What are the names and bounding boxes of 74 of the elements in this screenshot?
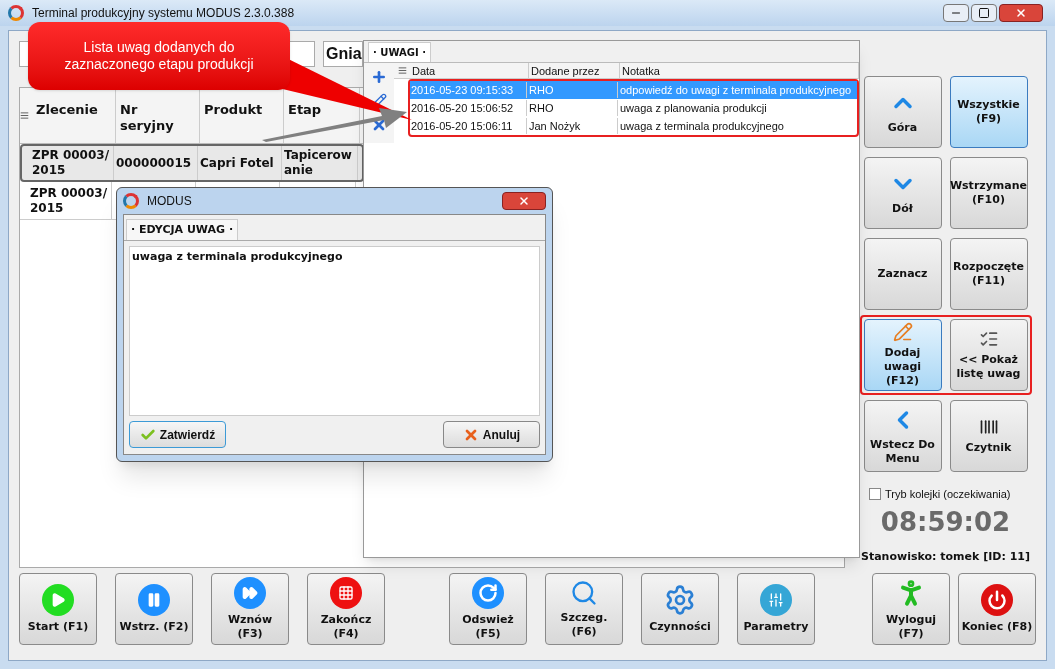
table-cell: 2016-05-20 15:06:11: [410, 117, 527, 135]
table-cell: ZPR 00003/2015: [30, 146, 114, 180]
note-input-field[interactable]: uwaga z terminala produkcyjnego: [129, 246, 540, 416]
close-button[interactable]: [999, 4, 1043, 22]
table-cell: 2016-05-20 15:06:52: [410, 99, 527, 117]
dialog-title: MODUS: [147, 193, 193, 210]
tile-button[interactable]: Góra: [863, 76, 942, 148]
grid-icon: [330, 577, 362, 610]
callout: Lista uwag dodanych do zaznaczonego etapu produkcji: [28, 22, 290, 90]
refresh-icon: [472, 577, 504, 610]
checkbox-label: Tryb kolejki (oczekiwania): [885, 487, 1011, 502]
tile-button[interactable]: Start (F1): [19, 573, 97, 645]
clock-text: 08:59:02: [880, 508, 1011, 535]
app-logo-icon: [8, 5, 24, 21]
table-cell: Jan Nożyk: [527, 117, 618, 135]
dialog-tab[interactable]: · EDYCJA UWAG ·: [126, 218, 239, 240]
pause-icon: [138, 584, 170, 617]
tile-button[interactable]: Odswież (F5): [449, 573, 527, 645]
table-cell: RHO: [527, 81, 618, 99]
power-icon: [981, 584, 1013, 617]
table-cell: 000000015: [114, 146, 198, 180]
column-header[interactable]: Data: [410, 63, 529, 78]
checkbox[interactable]: [869, 488, 881, 501]
window-title: Terminal produkcyjny systemu MODUS 2.3.0.388: [32, 5, 296, 22]
minimize-button[interactable]: [943, 4, 969, 22]
table-cell-text: odpowiedź do uwagi z terminala produkcyjnego: [619, 82, 853, 98]
close-icon: [1015, 7, 1027, 19]
tile-button[interactable]: Wstrz. (F2): [115, 573, 193, 645]
tile-button[interactable]: Zaznacz: [863, 238, 942, 310]
settings-icon: [664, 584, 696, 617]
fast-forward-icon: [234, 577, 266, 610]
tile-button[interactable]: Rozpoczęte (F11): [949, 238, 1028, 310]
notes-row[interactable]: 2016-05-20 15:06:11 Jan Nożyk uwaga z terminala produkcyjnego: [410, 117, 857, 135]
tile-button[interactable]: Czynności: [641, 573, 719, 645]
table-cell: Capri Fotel: [198, 146, 282, 180]
app-logo-icon: [123, 193, 139, 209]
notes-row[interactable]: 2016-05-20 15:06:52 RHO uwaga z planowania produkcji: [410, 99, 857, 117]
maximize-button[interactable]: [971, 4, 997, 22]
column-header[interactable]: Notatka: [620, 63, 859, 78]
cancel-button[interactable]: Anuluj: [443, 421, 540, 448]
pencil-icon: [892, 322, 913, 343]
tile-button[interactable]: Wstecz Do Menu: [863, 400, 942, 472]
column-chooser-icon[interactable]: [397, 66, 407, 75]
tile-button[interactable]: Wstrzymane (F10): [949, 157, 1028, 229]
table-cell: Tapicerowanie: [282, 146, 358, 180]
notes-tab[interactable]: · UWAGI ·: [368, 42, 431, 62]
station-text: Stanowisko: tomek [ID: 11]: [861, 548, 1030, 565]
tile-button[interactable]: Koniec (F8): [958, 573, 1036, 645]
maximize-icon: [978, 7, 990, 19]
tile-button[interactable]: Szczeg. (F6): [545, 573, 623, 645]
column-chooser-icon[interactable]: [20, 111, 29, 120]
tile-button[interactable]: Wyloguj (F7): [872, 573, 950, 645]
tile-button[interactable]: Czytnik: [949, 400, 1028, 472]
table-cell: 2016-05-23 09:15:33: [410, 81, 527, 99]
add-icon[interactable]: [371, 69, 387, 85]
play-icon: [42, 584, 74, 617]
column-header[interactable]: Dodane przez: [529, 63, 620, 78]
tile-button[interactable]: Zakończ (F4): [307, 573, 385, 645]
tile-button[interactable]: Wznów (F3): [211, 573, 289, 645]
tile-button[interactable]: << Pokaż listę uwag: [949, 319, 1028, 391]
close-icon: [518, 195, 530, 207]
table-cell: RHO: [527, 99, 618, 117]
tile-button[interactable]: Parametry: [737, 573, 815, 645]
tile-button[interactable]: Dół: [863, 157, 942, 229]
confirm-button[interactable]: Zatwierdź: [129, 421, 226, 448]
table-cell-text: uwaga z planowania produkcji: [619, 100, 768, 116]
close-button[interactable]: [502, 192, 546, 210]
tile-button[interactable]: Wszystkie (F9): [949, 76, 1028, 148]
column-heading: Gnia: [323, 41, 363, 67]
tile-button[interactable]: Dodaj uwagi (F12): [863, 319, 942, 391]
table-cell: ZPR 00003/2015: [28, 182, 112, 219]
search-icon: [570, 579, 598, 608]
sliders-icon: [760, 584, 792, 617]
table-cell-text: uwaga z terminala produkcyjnego: [619, 118, 785, 134]
